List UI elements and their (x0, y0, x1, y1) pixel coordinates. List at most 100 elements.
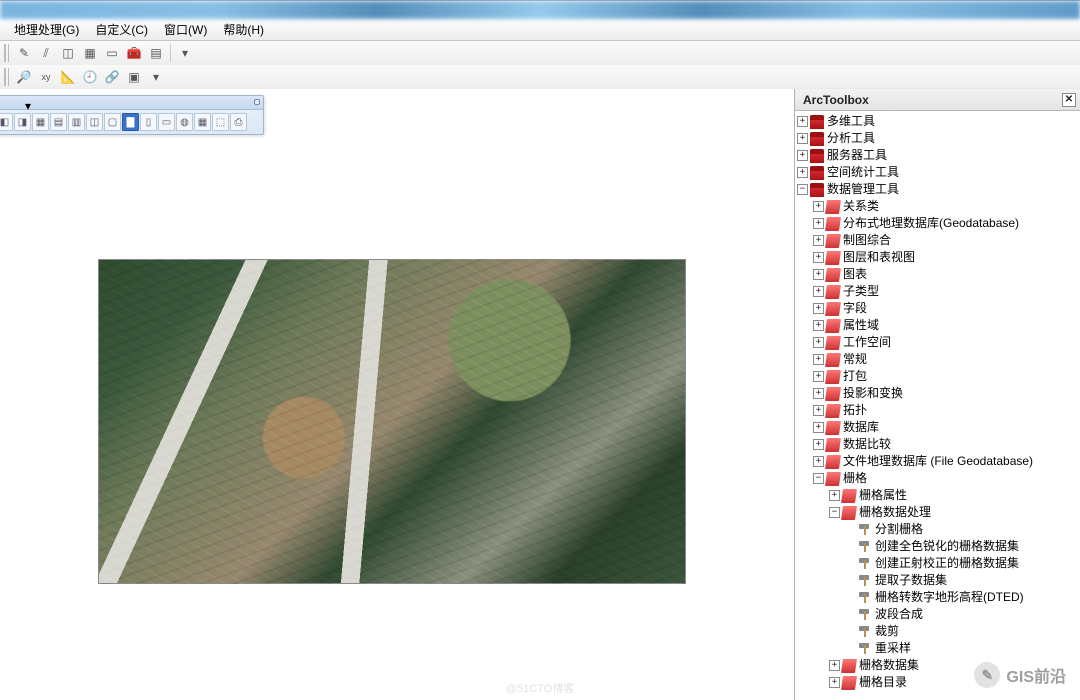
tree-item[interactable]: 常规 (842, 351, 867, 368)
tree-item[interactable]: 分析工具 (826, 130, 875, 147)
tool-python-icon[interactable]: ▤ (146, 43, 166, 63)
tree-item[interactable]: 服务器工具 (826, 147, 887, 164)
tool-select-icon[interactable]: ◫ (58, 43, 78, 63)
expand-icon[interactable]: + (813, 456, 824, 467)
expand-icon[interactable]: + (813, 422, 824, 433)
arrow-down-icon[interactable]: ▾ (146, 67, 166, 87)
tree-item[interactable]: 多维工具 (826, 113, 875, 130)
tree-item[interactable]: 空间统计工具 (826, 164, 899, 181)
toolbar-grip[interactable] (4, 68, 9, 86)
tree-item[interactable]: 关系类 (842, 198, 879, 215)
menu-window[interactable]: 窗口(W) (156, 19, 215, 40)
editor-btn-6[interactable]: ◫ (86, 113, 103, 131)
expand-icon[interactable]: + (813, 388, 824, 399)
tool-edit-icon[interactable]: ✎ (14, 43, 34, 63)
tool-item[interactable]: 裁剪 (874, 623, 899, 640)
tree-item[interactable]: 工作空间 (842, 334, 891, 351)
tree-item[interactable]: 字段 (842, 300, 867, 317)
collapse-icon[interactable]: − (829, 507, 840, 518)
expand-icon[interactable]: + (813, 354, 824, 365)
collapse-icon[interactable]: − (813, 473, 824, 484)
arctoolbox-title-bar[interactable]: ArcToolbox ✕ (795, 89, 1080, 111)
editor-btn-9[interactable]: ▭ (158, 113, 175, 131)
editor-btn-11[interactable]: ▦ (194, 113, 211, 131)
tree-item[interactable]: 数据库 (842, 419, 879, 436)
tree-item[interactable]: 图表 (842, 266, 867, 283)
tree-item[interactable]: 投影和变换 (842, 385, 903, 402)
tree-item-raster[interactable]: 栅格 (842, 470, 867, 487)
editor-btn-2[interactable]: ◨ (14, 113, 31, 131)
tree-item[interactable]: 栅格属性 (858, 487, 907, 504)
tree-item[interactable]: 子类型 (842, 283, 879, 300)
toolbar-grip[interactable] (4, 44, 9, 62)
time-icon[interactable]: 🕘 (80, 67, 100, 87)
menu-geoprocessing[interactable]: 地理处理(G) (6, 19, 87, 40)
link-icon[interactable]: 🔗 (102, 67, 122, 87)
map-canvas[interactable]: ▾ ◧ ◨ ▦ ▤ ▥ ◫ ▢ ▇ ▯ ▭ ◍ ▦ ⬚ ⎙ (0, 89, 794, 700)
editor-btn-10[interactable]: ◍ (176, 113, 193, 131)
expand-icon[interactable]: + (813, 235, 824, 246)
tree-item[interactable]: 栅格目录 (858, 674, 907, 691)
expand-icon[interactable]: + (829, 677, 840, 688)
tool-item[interactable]: 分割栅格 (874, 521, 923, 538)
tree-item-data-management[interactable]: 数据管理工具 (826, 181, 899, 198)
expand-icon[interactable]: + (797, 133, 808, 144)
expand-icon[interactable]: + (813, 320, 824, 331)
expand-icon[interactable]: + (813, 303, 824, 314)
satellite-image[interactable] (98, 259, 686, 584)
tool-dropdown[interactable]: ▾ (175, 43, 195, 63)
tool-window-icon[interactable]: ▭ (102, 43, 122, 63)
editor-floating-panel[interactable]: ▾ ◧ ◨ ▦ ▤ ▥ ◫ ▢ ▇ ▯ ▭ ◍ ▦ ⬚ ⎙ (0, 95, 264, 135)
editor-btn-5[interactable]: ▥ (68, 113, 85, 131)
expand-icon[interactable]: + (813, 218, 824, 229)
collapse-icon[interactable]: − (797, 184, 808, 195)
tool-toolbox-icon[interactable]: 🧰 (124, 43, 144, 63)
tool-graph-icon[interactable]: ⫽ (36, 43, 56, 63)
panel-close-icon[interactable] (254, 99, 260, 105)
editor-btn-7[interactable]: ▢ (104, 113, 121, 131)
expand-icon[interactable]: + (813, 337, 824, 348)
editor-btn-13[interactable]: ⎙ (230, 113, 247, 131)
tree-item[interactable]: 打包 (842, 368, 867, 385)
editor-btn-3[interactable]: ▦ (32, 113, 49, 131)
expand-icon[interactable]: + (813, 252, 824, 263)
find-icon[interactable]: 🔎 (14, 67, 34, 87)
editor-btn-1[interactable]: ◧ (0, 113, 13, 131)
xy-icon[interactable]: xy (36, 67, 56, 87)
tool-item[interactable]: 栅格转数字地形高程(DTED) (874, 589, 1024, 606)
tool-item[interactable]: 创建正射校正的栅格数据集 (874, 555, 1019, 572)
expand-icon[interactable]: + (797, 167, 808, 178)
expand-icon[interactable]: + (813, 286, 824, 297)
expand-icon[interactable]: + (829, 490, 840, 501)
expand-icon[interactable]: + (829, 660, 840, 671)
tree-item[interactable]: 图层和表视图 (842, 249, 915, 266)
expand-icon[interactable]: + (797, 116, 808, 127)
tool-layers-icon[interactable]: ▦ (80, 43, 100, 63)
expand-icon[interactable]: + (813, 405, 824, 416)
tool-item[interactable]: 提取子数据集 (874, 572, 947, 589)
tree-item[interactable]: 属性域 (842, 317, 879, 334)
tree-item[interactable]: 文件地理数据库 (File Geodatabase) (842, 453, 1033, 470)
editor-btn-12[interactable]: ⬚ (212, 113, 229, 131)
tree-item[interactable]: 制图综合 (842, 232, 891, 249)
window-icon[interactable]: ▣ (124, 67, 144, 87)
expand-icon[interactable]: + (813, 439, 824, 450)
floating-panel-titlebar[interactable]: ▾ (0, 96, 263, 110)
editor-btn-8[interactable]: ▯ (140, 113, 157, 131)
expand-icon[interactable]: + (813, 371, 824, 382)
arctoolbox-tree[interactable]: +多维工具 +分析工具 +服务器工具 +空间统计工具 −数据管理工具 +关系类 … (795, 111, 1080, 700)
tree-item[interactable]: 数据比较 (842, 436, 891, 453)
expand-icon[interactable]: + (813, 269, 824, 280)
tree-item[interactable]: 栅格数据集 (858, 657, 919, 674)
menu-customize[interactable]: 自定义(C) (87, 19, 156, 40)
menu-help[interactable]: 帮助(H) (215, 19, 272, 40)
tree-item[interactable]: 拓扑 (842, 402, 867, 419)
tool-item[interactable]: 重采样 (874, 640, 911, 657)
panel-close-button[interactable]: ✕ (1062, 93, 1076, 107)
tool-item[interactable]: 波段合成 (874, 606, 923, 623)
expand-icon[interactable]: + (813, 201, 824, 212)
tool-item[interactable]: 创建全色锐化的栅格数据集 (874, 538, 1019, 555)
measure-icon[interactable]: 📐 (58, 67, 78, 87)
tree-item[interactable]: 分布式地理数据库(Geodatabase) (842, 215, 1019, 232)
panel-dropdown-icon[interactable]: ▾ (25, 99, 31, 105)
